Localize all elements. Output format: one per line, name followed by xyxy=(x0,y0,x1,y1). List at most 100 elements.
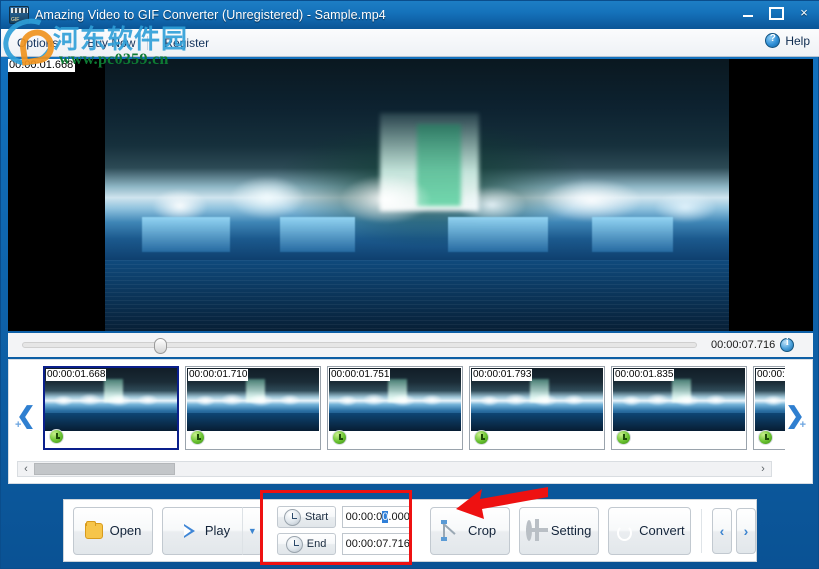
end-time-input[interactable]: 00:00:07.716 xyxy=(341,533,412,555)
chevron-down-icon: ▼ xyxy=(247,525,257,536)
thumbnail-timestamp: 00:00:01.793 xyxy=(472,369,533,381)
green-clock-icon[interactable] xyxy=(332,430,347,445)
green-clock-icon[interactable] xyxy=(190,430,205,445)
thumbnail-timestamp: 00:00:01.8 xyxy=(756,369,785,381)
start-value-suffix: .000 xyxy=(388,511,410,523)
setting-label: Setting xyxy=(550,523,592,538)
iceberg-4 xyxy=(591,216,673,253)
page-nav-group: ‹ › xyxy=(712,507,756,554)
window-controls: × xyxy=(740,5,812,20)
play-label: Play xyxy=(204,523,231,538)
thumb-spray xyxy=(329,393,461,408)
scrollbar-track[interactable] xyxy=(34,462,755,476)
frame-thumbnail[interactable]: 00:00:01.835 xyxy=(611,366,747,450)
folder-icon xyxy=(84,520,103,539)
start-time-row: Start 00:00:0 0.000 xyxy=(276,506,412,528)
strip-prev-plus-icon: + xyxy=(15,419,22,431)
start-label: Start xyxy=(304,511,329,523)
prev-page-button[interactable]: ‹ xyxy=(712,507,732,554)
question-circle-icon xyxy=(765,33,781,48)
strip-prev-button[interactable]: ❮ + xyxy=(13,395,39,435)
green-clock-icon[interactable] xyxy=(474,430,489,445)
scroll-left-arrow[interactable]: ‹ xyxy=(18,463,34,475)
close-button[interactable]: × xyxy=(796,5,812,20)
minimize-button[interactable] xyxy=(740,9,756,17)
thumb-water xyxy=(613,413,745,431)
play-button[interactable]: Play xyxy=(162,506,242,555)
strip-scrollbar[interactable]: ‹ › xyxy=(17,461,772,477)
end-time-row: End 00:00:07.716 xyxy=(276,533,412,555)
thumbnail-timestamp: 00:00:01.668 xyxy=(46,369,107,381)
frame-thumbnail[interactable]: 00:00:01.793 xyxy=(469,366,605,450)
thumbnail-timestamp: 00:00:01.751 xyxy=(330,369,391,381)
green-clock-icon[interactable] xyxy=(616,430,631,445)
title-bar: Amazing Video to GIF Converter (Unregist… xyxy=(1,1,819,29)
seek-slider[interactable] xyxy=(22,338,697,354)
seek-slider-handle[interactable] xyxy=(154,338,168,354)
play-triangle-icon xyxy=(180,523,198,539)
frame-strip: ❮ + ❯ + 00:00:01.668 00:00:01.710 00:00:… xyxy=(8,359,813,484)
thumb-water xyxy=(187,413,319,431)
start-value-prefix: 00:00:0 xyxy=(345,511,383,523)
crop-button[interactable]: Crop xyxy=(429,506,510,555)
thumbnail-timestamp: 00:00:01.835 xyxy=(614,369,675,381)
play-dropdown-button[interactable]: ▼ xyxy=(242,506,263,555)
thumb-spray xyxy=(45,393,177,408)
thumb-spray xyxy=(613,393,745,408)
thumb-spray xyxy=(471,393,603,408)
iceberg-1 xyxy=(142,216,230,253)
bottom-toolbar: Open Play ▼ Start 00:00:0 0.000 End 00:0… xyxy=(63,499,757,562)
next-page-button[interactable]: › xyxy=(736,507,756,554)
frame-thumbnails: 00:00:01.668 00:00:01.710 00:00:01.751 0… xyxy=(43,366,785,456)
help-button[interactable]: Help xyxy=(765,33,810,48)
iceberg-3 xyxy=(448,216,549,253)
crop-label: Crop xyxy=(467,523,497,538)
menu-options[interactable]: Options xyxy=(5,33,70,53)
scrollbar-thumb[interactable] xyxy=(34,463,175,475)
start-button[interactable]: Start xyxy=(276,506,336,528)
thumbnail-timestamp: 00:00:01.710 xyxy=(188,369,249,381)
current-time-overlay: 00:00:01.668 xyxy=(8,59,76,72)
convert-label: Convert xyxy=(639,523,685,538)
thumb-spray xyxy=(755,393,785,408)
info-circle-icon[interactable] xyxy=(780,337,795,352)
start-time-input[interactable]: 00:00:0 0.000 xyxy=(341,506,412,528)
green-clock-icon[interactable] xyxy=(758,430,773,445)
strip-next-plus-icon: + xyxy=(799,419,806,431)
video-frame-image xyxy=(105,59,729,331)
thumb-water xyxy=(45,413,177,431)
end-button[interactable]: End xyxy=(276,533,336,555)
video-preview[interactable]: 00:00:01.668 xyxy=(8,59,813,331)
green-clock-icon[interactable] xyxy=(49,429,64,444)
menu-register[interactable]: Register xyxy=(152,33,221,53)
thumb-water xyxy=(755,413,785,431)
maximize-button[interactable] xyxy=(768,5,784,20)
gear-icon xyxy=(525,519,544,541)
menu-bar: Options Buy Now Register Help xyxy=(1,29,819,57)
frame-thumbnail[interactable]: 00:00:01.8 xyxy=(753,366,785,450)
open-button[interactable]: Open xyxy=(73,506,153,555)
help-label: Help xyxy=(785,33,810,48)
clock-icon xyxy=(285,535,303,553)
menu-divider-2 xyxy=(147,35,149,50)
ocean-water xyxy=(105,260,729,331)
open-label: Open xyxy=(109,523,142,538)
menu-buy-now[interactable]: Buy Now xyxy=(75,33,147,53)
frame-thumbnail[interactable]: 00:00:01.668 xyxy=(43,366,179,450)
window-title: Amazing Video to GIF Converter (Unregist… xyxy=(35,8,386,22)
frame-thumbnail[interactable]: 00:00:01.751 xyxy=(327,366,463,450)
toolbar-divider xyxy=(701,508,702,553)
thumb-water xyxy=(471,413,603,431)
convert-refresh-icon xyxy=(614,523,632,539)
iceberg-2 xyxy=(279,216,355,253)
app-icon xyxy=(9,6,29,24)
convert-button[interactable]: Convert xyxy=(607,506,692,555)
strip-next-button[interactable]: ❯ + xyxy=(782,395,808,435)
total-duration-label: 00:00:07.716 xyxy=(711,339,776,351)
scroll-right-arrow[interactable]: › xyxy=(755,463,771,475)
end-label: End xyxy=(306,538,327,550)
menu-divider-1 xyxy=(70,35,72,50)
application-window: Amazing Video to GIF Converter (Unregist… xyxy=(0,0,819,569)
frame-thumbnail[interactable]: 00:00:01.710 xyxy=(185,366,321,450)
setting-button[interactable]: Setting xyxy=(518,506,599,555)
